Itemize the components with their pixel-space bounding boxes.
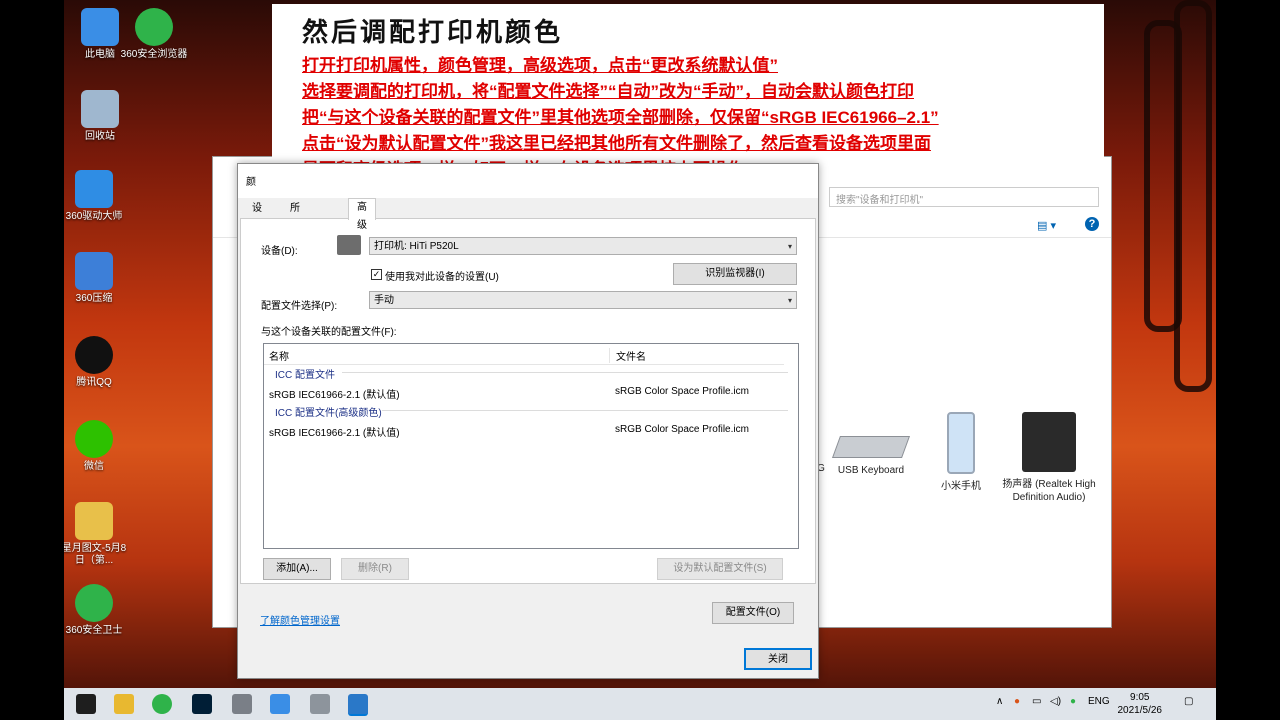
column-header-filename[interactable]: 文件名 — [609, 348, 646, 363]
help-icon[interactable]: ? — [1085, 217, 1099, 231]
photoshop-icon[interactable] — [192, 694, 212, 714]
wechat-icon — [75, 420, 113, 458]
close-button[interactable]: 关闭 — [744, 648, 812, 670]
clock-time: 9:05 — [1130, 692, 1150, 703]
start-icon[interactable] — [76, 694, 96, 714]
phone-icon — [947, 412, 975, 474]
list-item[interactable]: sRGB IEC61966-2.1 (默认值) sRGB Color Space… — [269, 422, 789, 439]
keyboard-icon — [831, 436, 911, 458]
computer-icon — [81, 8, 119, 46]
device-select[interactable]: 打印机: HiTi P520L ▾ — [369, 237, 797, 255]
use-settings-checkbox[interactable]: ✓ — [371, 269, 382, 280]
tray-chevron-up-icon[interactable]: ∧ — [996, 696, 1003, 707]
list-header: 名称 文件名 — [264, 344, 784, 365]
volume-icon[interactable]: ◁) — [1050, 696, 1061, 707]
associated-profiles-label: 与这个设备关联的配置文件(F): — [261, 327, 397, 338]
zip-icon — [75, 252, 113, 290]
identify-monitors-button[interactable]: 识别监视器(I) — [673, 263, 797, 285]
tray-app-icon[interactable]: ● — [1014, 696, 1020, 707]
recycle-bin-icon — [81, 90, 119, 128]
banner-title: 然后调配打印机颜色 — [302, 17, 564, 47]
notification-icon[interactable]: ▢ — [1184, 696, 1193, 707]
view-options-icon[interactable]: ▤ ▾ — [1037, 219, 1056, 232]
column-header-name[interactable]: 名称 — [269, 348, 289, 363]
device-item-usb-keyboard[interactable]: USB Keyboard — [823, 402, 919, 477]
desktop-icon-folder[interactable]: 星月图文-5月8日（第... — [64, 502, 130, 567]
control-panel-icon[interactable] — [270, 694, 290, 714]
settings-taskbar-icon[interactable] — [232, 694, 252, 714]
group-icc-profiles: ICC 配置文件 — [275, 370, 335, 381]
remove-profile-button[interactable]: 删除(R) — [341, 558, 409, 580]
banner-line: 点击“设为默认配置文件”我这里已经把其他所有文件删除了，然后查看设备选项里面 — [302, 134, 931, 153]
printer-taskbar-icon[interactable] — [310, 694, 330, 714]
list-item[interactable]: sRGB IEC61966-2.1 (默认值) sRGB Color Space… — [269, 384, 789, 401]
desktop-icon-qq[interactable]: 腾讯QQ — [64, 336, 130, 389]
tab-advanced[interactable]: 高级 — [348, 198, 376, 231]
chevron-down-icon: ▾ — [787, 242, 792, 251]
profile-selection-select[interactable]: 手动 ▾ — [369, 291, 797, 309]
profile-selection-label: 配置文件选择(P): — [261, 301, 338, 312]
group-divider — [382, 410, 788, 411]
desktop-icon-360-zip[interactable]: 360压缩 — [64, 252, 130, 305]
qq-icon — [75, 336, 113, 374]
device-item-phone[interactable]: 小米手机 — [913, 402, 1009, 493]
dialog-title: 颜 — [246, 177, 256, 188]
color-management-taskbar-icon[interactable] — [348, 694, 368, 716]
security-icon — [75, 584, 113, 622]
folder-icon — [75, 502, 113, 540]
language-indicator[interactable]: ENG — [1088, 696, 1110, 707]
device-item-speaker[interactable]: 扬声器 (Realtek High Definition Audio) — [1001, 402, 1097, 504]
browser-taskbar-icon[interactable] — [152, 694, 172, 714]
banner-line: 把“与这个设备关联的配置文件”里其他选项全部删除，仅保留“sRGB IEC619… — [302, 108, 939, 127]
dialog-titlebar: 颜 — [238, 164, 818, 198]
desktop-icon-360-driver[interactable]: 360驱动大师 — [64, 170, 130, 223]
banner-line: 选择要调配的打印机，将“配置文件选择”“自动”改为“手动”，自动会默认颜色打印 — [302, 82, 914, 101]
desktop: 此电脑 360安全浏览器 回收站 360驱动大师 360压缩 腾讯QQ 微信 星… — [64, 0, 1216, 720]
taskbar: ∧ ● ▭ ◁) ● ENG 9:05 2021/5/26 ▢ — [64, 688, 1216, 720]
profiles-button[interactable]: 配置文件(O) — [712, 602, 794, 624]
instruction-banner: 然后调配打印机颜色 打开打印机属性，颜色管理，高级选项，点击“更改系统默认值” … — [272, 4, 1104, 186]
device-label: 设备(D): — [261, 246, 298, 257]
add-profile-button[interactable]: 添加(A)... — [263, 558, 331, 580]
banner-line: 打开打印机属性，颜色管理，高级选项，点击“更改系统默认值” — [302, 56, 778, 75]
driver-icon — [75, 170, 113, 208]
desktop-icon-wechat[interactable]: 微信 — [64, 420, 130, 473]
tab-all-profiles[interactable]: 所有配置文件 — [282, 200, 308, 304]
wallpaper-chain — [1174, 0, 1212, 392]
learn-color-management-link[interactable]: 了解颜色管理设置 — [260, 612, 340, 627]
profiles-list: 名称 文件名 ICC 配置文件 sRGB IEC61966-2.1 (默认值) … — [263, 343, 799, 549]
clock[interactable]: 9:05 2021/5/26 — [1118, 691, 1163, 717]
clock-date: 2021/5/26 — [1117, 705, 1163, 716]
desktop-icon-360-security[interactable]: 360安全卫士 — [64, 584, 130, 637]
tray-360-icon[interactable]: ● — [1070, 696, 1076, 707]
browser-icon — [135, 8, 173, 46]
device-list: G USB Keyboard 小米手机 扬声器 (Realtek High De… — [803, 402, 1103, 542]
desktop-icon-recycle-bin[interactable]: 回收站 — [64, 90, 136, 143]
use-settings-label: 使用我对此设备的设置(U) — [385, 272, 499, 283]
advanced-panel: 设备(D): 打印机: HiTi P520L ▾ ✓ 使用我对此设备的设置(U) … — [240, 218, 816, 584]
desktop-icon-360-browser[interactable]: 360安全浏览器 — [118, 8, 190, 61]
tab-devices[interactable]: 设备 — [244, 200, 270, 232]
group-divider — [342, 372, 788, 373]
file-explorer-icon[interactable] — [114, 694, 134, 714]
set-default-profile-button[interactable]: 设为默认配置文件(S) — [657, 558, 783, 580]
color-management-dialog: 颜 设备 所有配置文件 高级 设备(D): 打印机: HiTi P520L▾ ✓… — [237, 163, 819, 679]
group-icc-advanced: ICC 配置文件(高级颜色) — [275, 408, 382, 419]
explorer-search-input[interactable]: 搜索"设备和打印机" — [829, 187, 1099, 207]
printer-icon — [337, 235, 361, 255]
speaker-icon — [1022, 412, 1076, 472]
network-icon[interactable]: ▭ — [1032, 696, 1041, 707]
chevron-down-icon: ▾ — [787, 296, 792, 305]
